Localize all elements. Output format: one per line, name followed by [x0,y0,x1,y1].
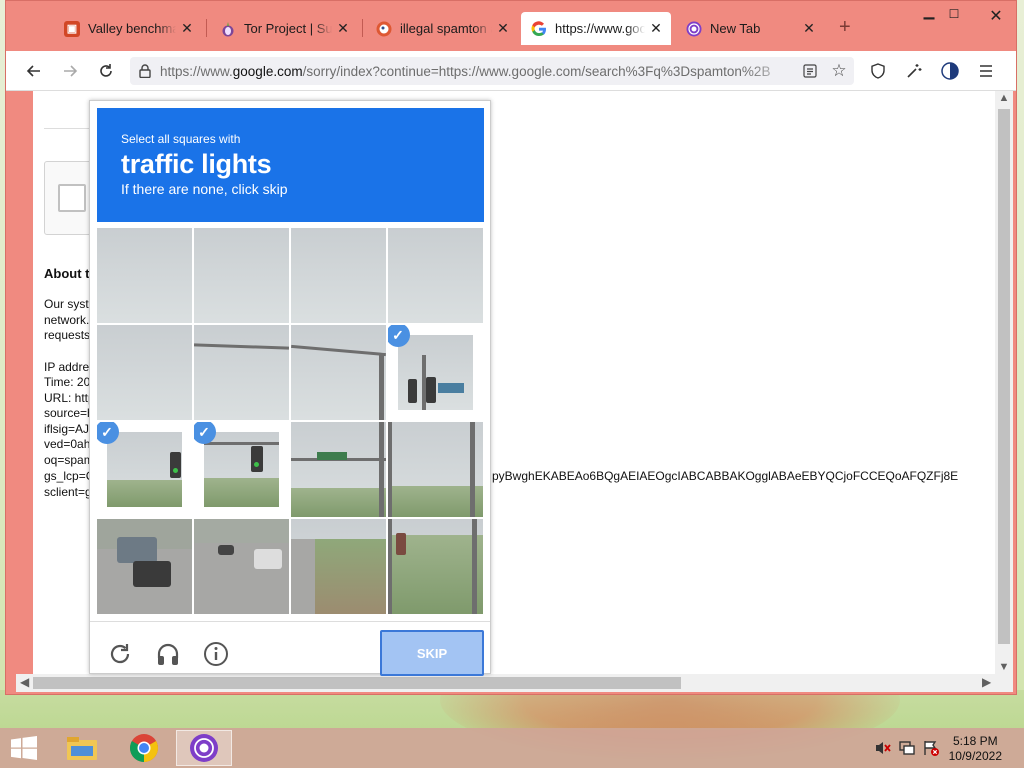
back-button[interactable] [20,58,48,84]
address-bar[interactable]: https://www.google.com/sorry/index?conti… [130,57,854,85]
captcha-tile[interactable] [291,325,386,420]
onion-icon [220,21,236,37]
lock-icon[interactable] [130,64,160,78]
page-text-line: network. [44,313,90,327]
page-text-line: iflsig=AJi [44,422,92,436]
new-tab-button[interactable]: + [839,16,851,39]
captcha-tile[interactable] [388,228,483,323]
tab-bar: ▣ Valley benchmark | ✕ Tor Project | Suc… [6,1,1016,51]
tab-google-sorry[interactable]: https://www.goog ✕ [521,12,671,45]
tab-tor-project[interactable]: Tor Project | Succe ✕ [210,12,358,45]
wallpaper-strip [0,690,1024,730]
system-clock[interactable]: 5:18 PM 10/9/2022 [949,734,1002,764]
scroll-left-icon[interactable]: ◀ [20,675,29,689]
page-text-line: source=h [44,406,94,420]
reload-challenge-icon[interactable] [106,640,134,668]
menu-icon[interactable] [972,58,1000,84]
shield-icon[interactable] [864,58,892,84]
captcha-tile[interactable] [194,228,289,323]
action-center-icon[interactable] [922,740,940,756]
captcha-header: Select all squares with traffic lights I… [97,108,484,222]
chrome-icon[interactable] [116,730,172,766]
captcha-tile[interactable] [97,325,192,420]
close-window-button[interactable]: ✕ [981,6,1011,26]
captcha-tile[interactable] [291,519,386,614]
captcha-tile[interactable] [97,519,192,614]
recaptcha-checkbox[interactable] [58,184,86,212]
skip-button[interactable]: SKIP [380,630,484,676]
captcha-tile[interactable] [388,422,483,517]
windows-start-icon[interactable] [10,736,38,760]
captcha-tile[interactable] [97,228,192,323]
captcha-tile[interactable] [291,422,386,517]
tab-valley-benchmark[interactable]: ▣ Valley benchmark | ✕ [54,12,202,45]
google-icon [531,20,547,37]
captcha-tile[interactable] [194,519,289,614]
reader-view-icon[interactable] [796,64,824,78]
page-text-line: sclient=g [44,485,92,499]
headphones-icon[interactable] [154,640,182,668]
captcha-tile-selected[interactable]: ✓ [388,325,483,420]
tor-icon [686,21,702,37]
close-tab-icon[interactable]: ✕ [649,20,663,37]
captcha-target: traffic lights [121,149,272,179]
captcha-grid: ✓ ✓ ✓ [97,228,484,615]
forward-button[interactable] [56,58,84,84]
speaker-muted-icon[interactable] [874,740,892,756]
page-text-line: IP addres [44,360,96,374]
network-icon[interactable] [898,740,916,756]
page-text-line: URL: http [44,391,95,405]
captcha-tile[interactable] [194,325,289,420]
page-text-line: gs_lcp=C [44,469,95,483]
close-tab-icon[interactable]: ✕ [496,20,510,37]
captcha-tile[interactable] [291,228,386,323]
maximize-button[interactable]: ☐ [939,7,969,21]
tab-new-tab[interactable]: New Tab ✕ [676,12,824,45]
reload-button[interactable] [92,58,120,84]
page-text-line: Time: 20 [44,375,91,389]
captcha-tile-selected[interactable]: ✓ [194,422,289,517]
scroll-thumb[interactable] [998,109,1010,644]
nav-toolbar: https://www.google.com/sorry/index?conti… [6,51,1016,91]
bookmark-star-icon[interactable]: ☆ [824,61,854,81]
captcha-footer: SKIP [90,621,490,676]
magic-wand-icon[interactable] [900,58,928,84]
duckduckgo-icon [376,21,392,37]
gs-lcp-tail: pyBwghEKABEAo6BQgAEIAEOgcIABCABBAKOgglAB… [492,469,959,483]
info-icon[interactable] [202,640,230,668]
page-text-line: oq=spam [44,453,94,467]
tor-browser-taskbar-icon[interactable] [176,730,232,766]
page-text-line: Our syst [44,297,89,311]
scroll-down-icon[interactable]: ▼ [995,661,1013,673]
captcha-tile[interactable] [388,519,483,614]
file-explorer-icon[interactable] [54,730,110,766]
clock-time: 5:18 PM [952,734,998,748]
close-tab-icon[interactable]: ✕ [336,20,350,37]
captcha-hint: If there are none, click skip [121,181,288,197]
scroll-up-icon[interactable]: ▲ [995,92,1013,104]
scroll-right-icon[interactable]: ▶ [982,675,991,689]
url-text[interactable]: https://www.google.com/sorry/index?conti… [160,64,796,79]
tab-duckduckgo-search[interactable]: illegal spamton at ✕ [366,12,518,45]
captcha-challenge: Select all squares with traffic lights I… [89,100,491,676]
close-tab-icon[interactable]: ✕ [802,20,816,37]
scroll-thumb[interactable] [33,677,681,689]
close-tab-icon[interactable]: ✕ [180,20,194,37]
vertical-scrollbar[interactable]: ▲ ▼ [995,91,1013,674]
clock-date: 10/9/2022 [948,749,1002,763]
horizontal-scrollbar[interactable]: ◀ ▶ [16,674,1013,692]
taskbar: 5:18 PM 10/9/2022 [0,728,1024,768]
page-text-line: requests [44,328,91,342]
tor-circuit-icon[interactable] [936,58,964,84]
captcha-instruction: Select all squares with [121,132,241,146]
captcha-tile-selected[interactable]: ✓ [97,422,192,517]
presentation-icon: ▣ [64,20,80,37]
